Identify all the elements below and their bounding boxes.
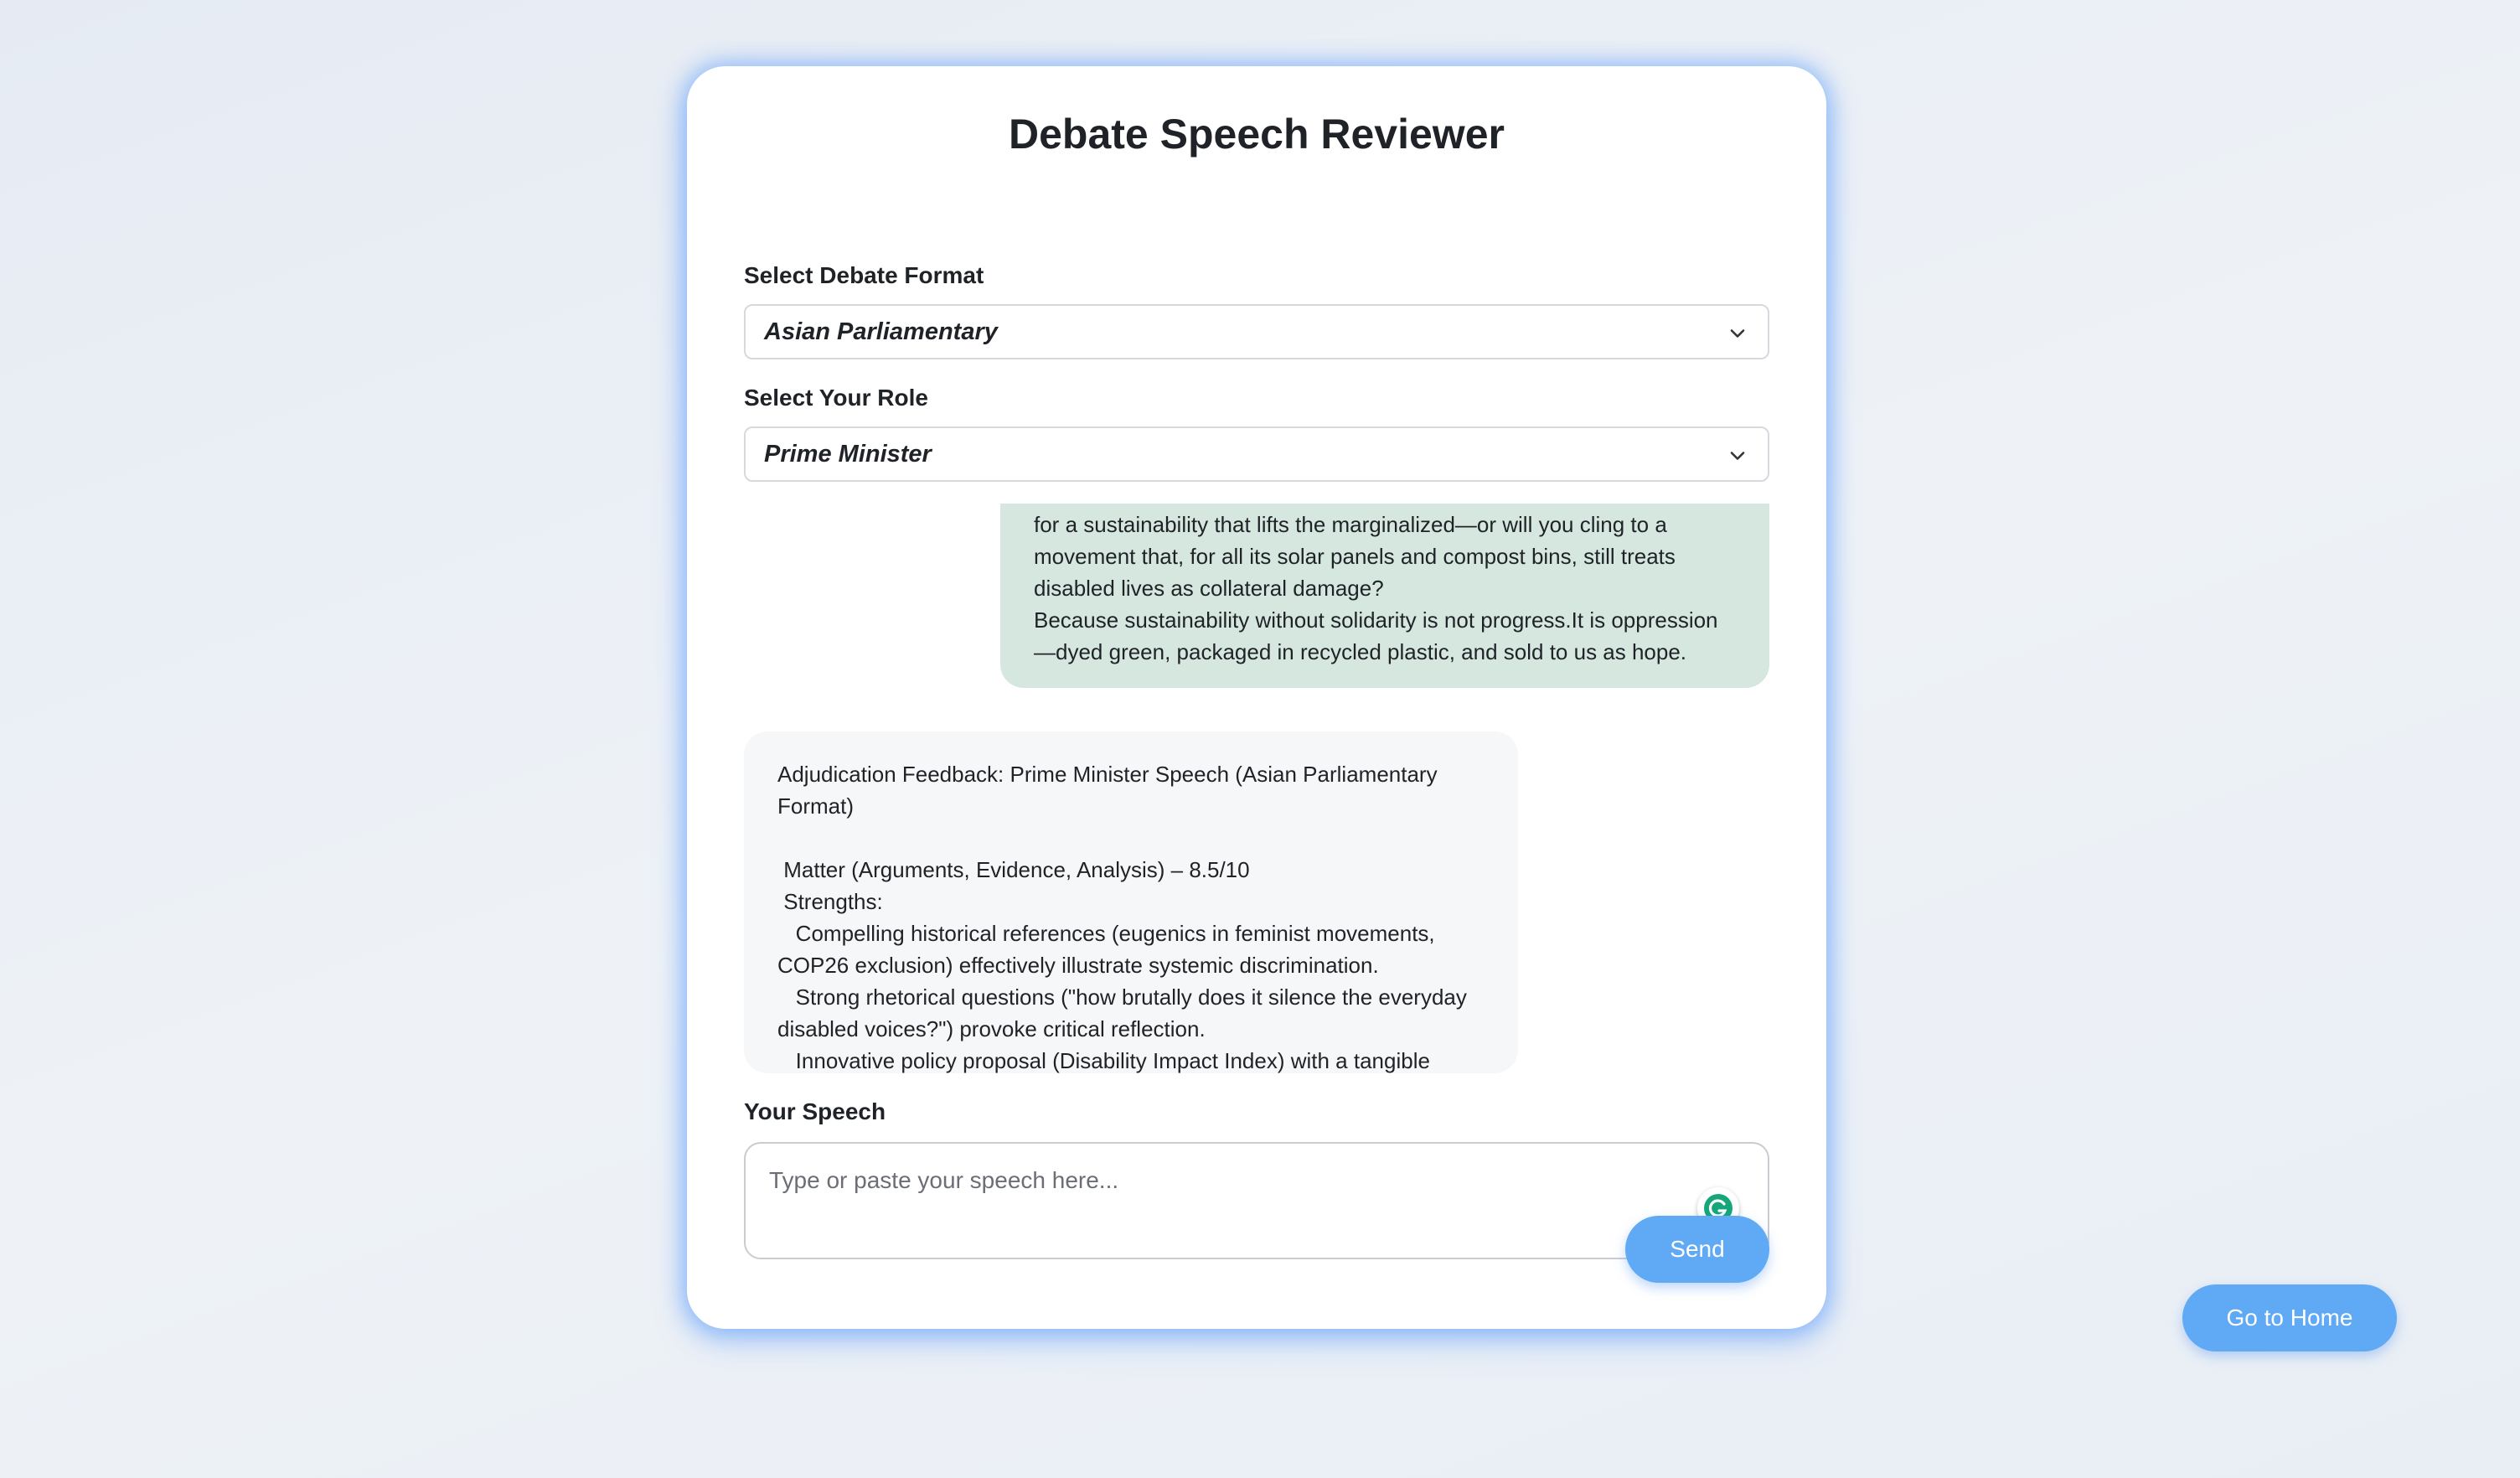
role-select[interactable]: Prime Minister xyxy=(744,426,1769,482)
format-label: Select Debate Format xyxy=(744,262,984,288)
speech-input[interactable]: Type or paste your speech here... xyxy=(744,1142,1769,1259)
chat-history[interactable]: for a sustainability that lifts the marg… xyxy=(744,504,1769,1073)
go-to-home-button[interactable]: Go to Home xyxy=(2182,1284,2397,1351)
chevron-down-icon xyxy=(1730,329,1745,338)
chevron-down-icon xyxy=(1730,452,1745,460)
format-selected-value: Asian Parliamentary xyxy=(764,318,998,345)
role-label: Select Your Role xyxy=(744,385,928,411)
format-select[interactable]: Asian Parliamentary xyxy=(744,304,1769,359)
send-button[interactable]: Send xyxy=(1625,1216,1769,1283)
page-title: Debate Speech Reviewer xyxy=(1009,111,1505,158)
speech-label: Your Speech xyxy=(744,1098,886,1124)
speech-placeholder: Type or paste your speech here... xyxy=(769,1167,1119,1193)
feedback-message-bubble: Adjudication Feedback: Prime Minister Sp… xyxy=(744,731,1518,1073)
reviewer-card: Debate Speech Reviewer Select Debate For… xyxy=(687,66,1826,1329)
role-selected-value: Prime Minister xyxy=(764,440,932,468)
user-message-bubble: for a sustainability that lifts the marg… xyxy=(1000,504,1769,688)
